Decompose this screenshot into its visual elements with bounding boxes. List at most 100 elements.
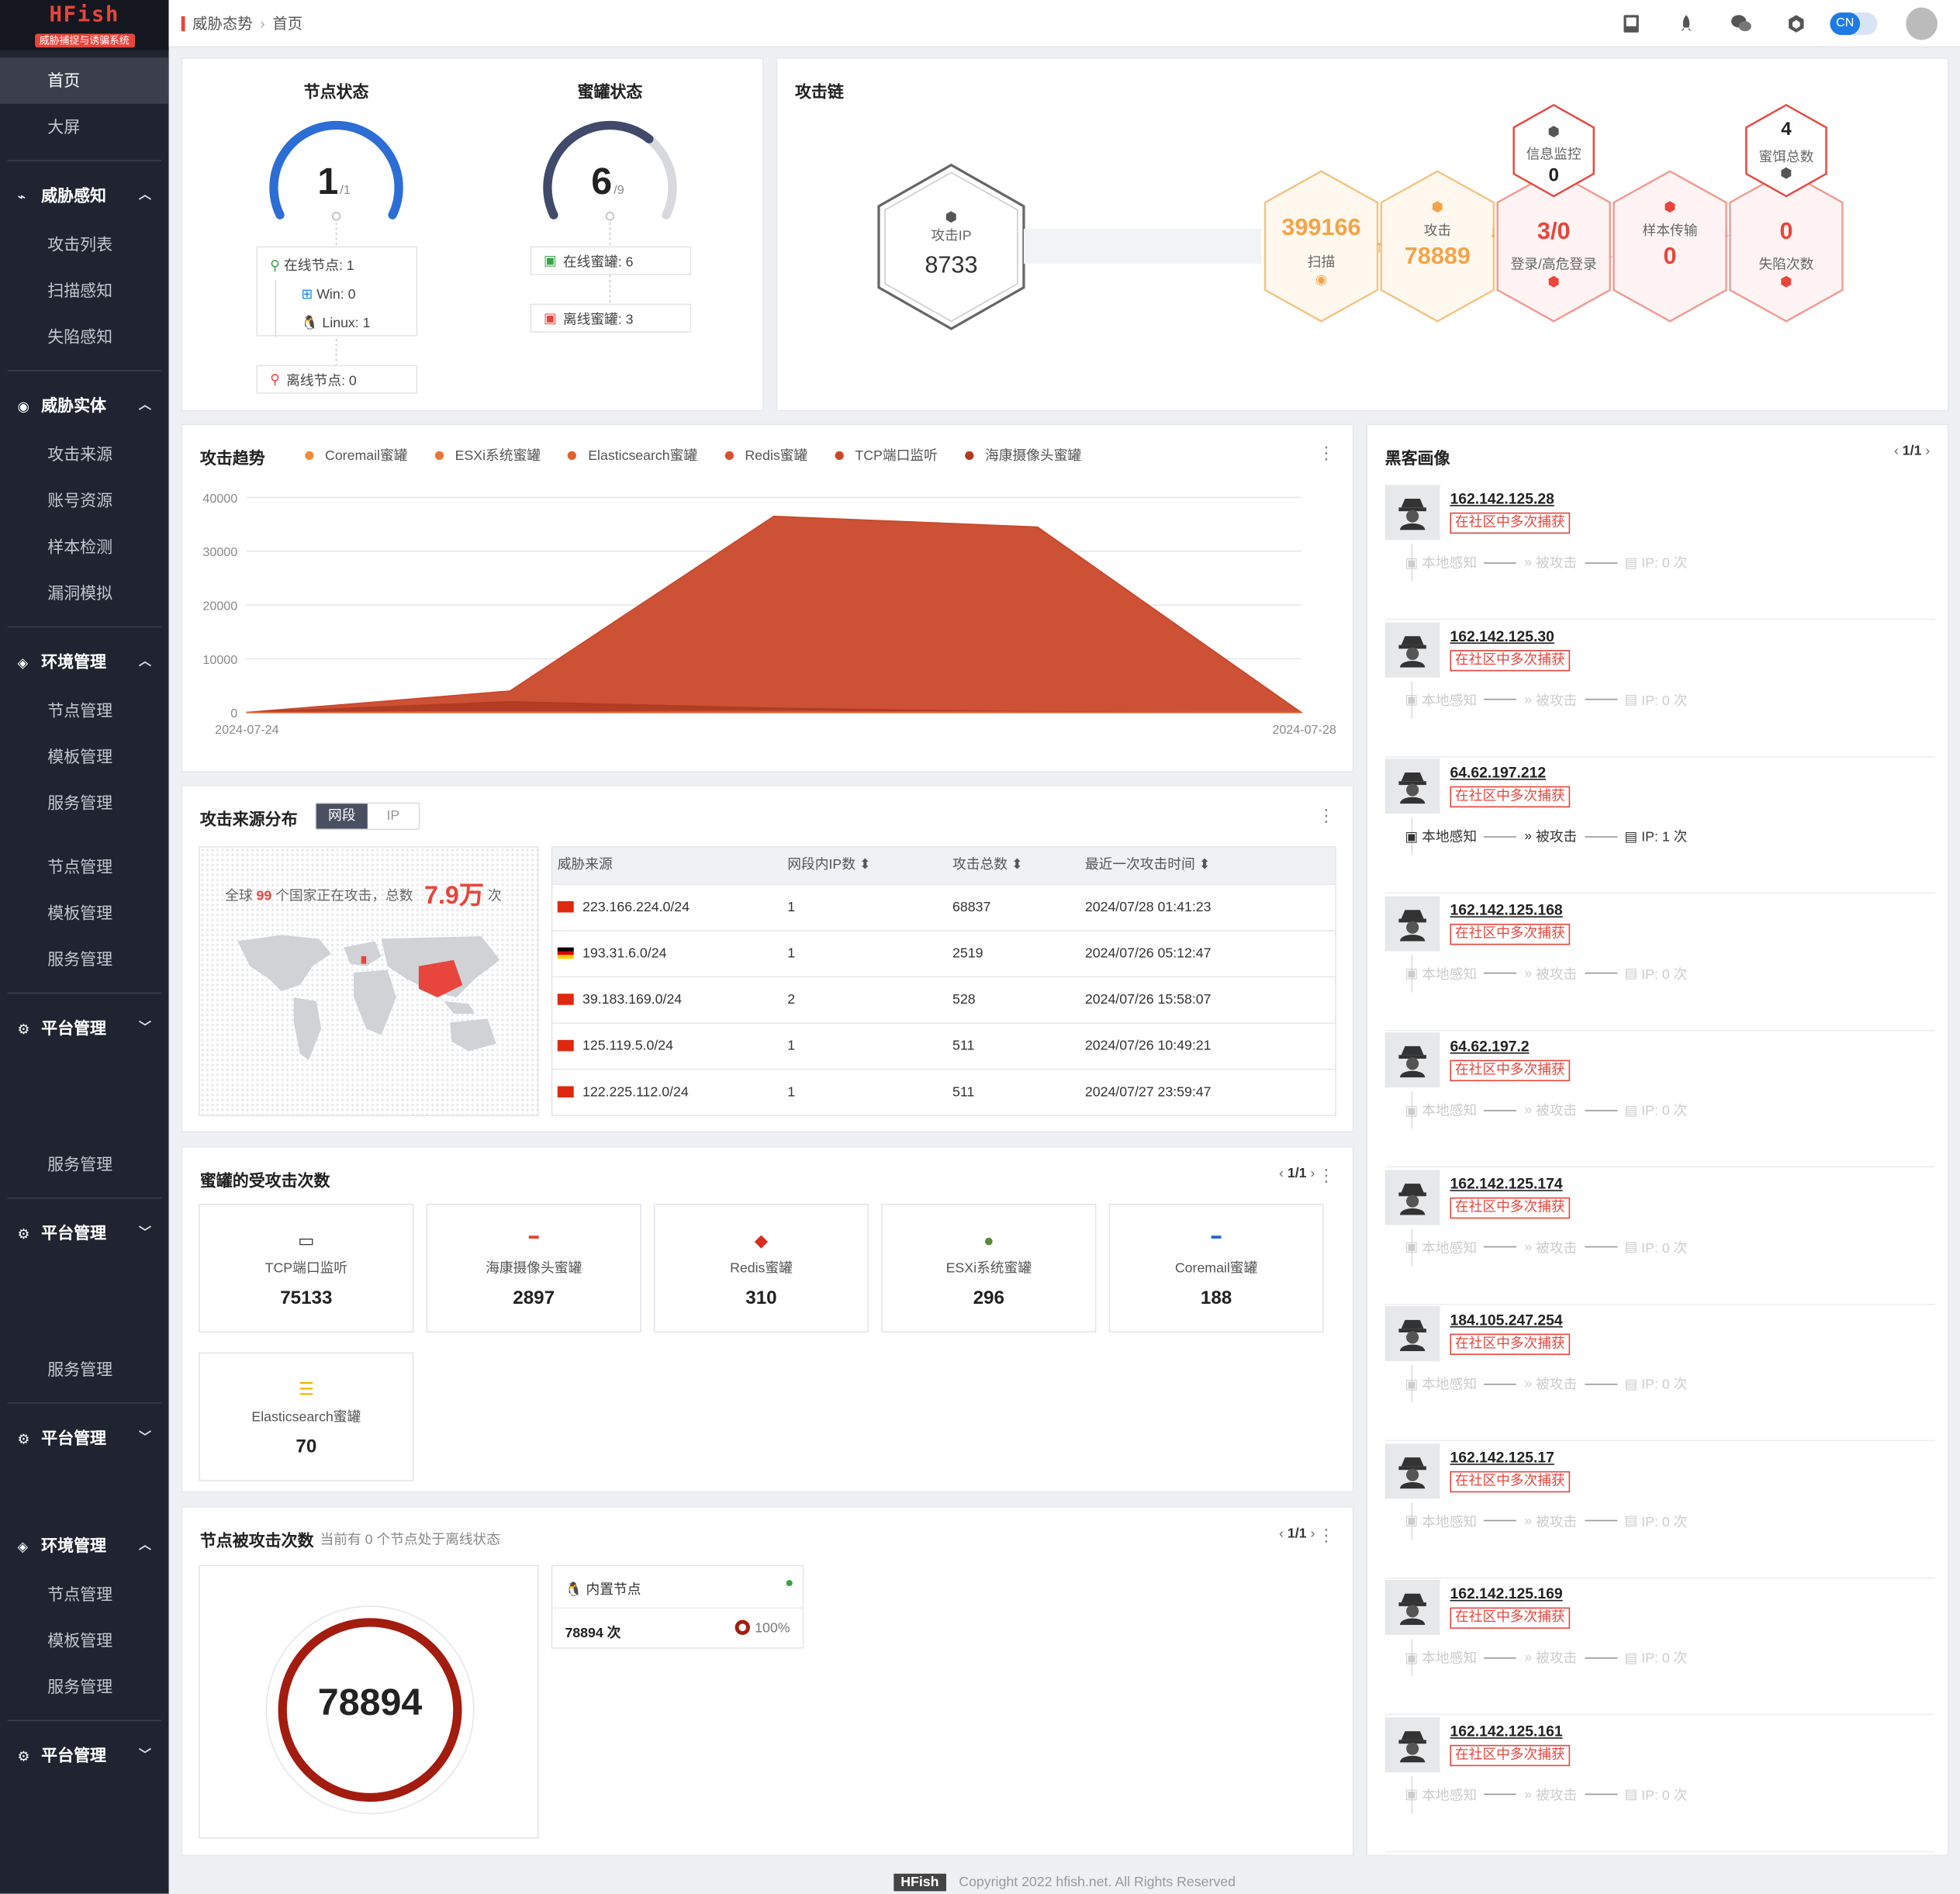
table-row[interactable]: 223.166.224.0/24 1 68837 2024/07/28 01:41:2… [552,883,1336,930]
nav-group-threat-entity[interactable]: ◉ 威胁实体 ︿ [0,382,169,431]
language-toggle[interactable]: CN [1830,12,1878,36]
flow-line [1484,835,1517,837]
world-map-panel: 全球 99 个国家正在攻击，总数 7.9万 次 [199,846,539,1117]
nav-template-manage[interactable]: 模板管理 [0,890,169,936]
nav-attack-source[interactable]: 攻击来源 [0,431,169,478]
nav-group-platform[interactable]: ⚙ 平台管理 ﹀ [0,1414,169,1464]
flow-line [1484,562,1517,564]
chevron-right-icon[interactable]: › [1925,444,1930,458]
nav-service-manage[interactable]: 服务管理 [0,1664,169,1710]
hacker-ip[interactable]: 162.142.125.28 [1450,490,1554,508]
node-item[interactable]: 🐧 内置节点 78894 次 100% [551,1564,804,1649]
language-label: CN [1830,12,1861,36]
tab-segment[interactable]: 网段 [316,804,368,829]
nav-home[interactable]: 首页 [0,57,169,104]
hacker-ip[interactable]: 162.142.125.174 [1450,1174,1562,1192]
chevron-right-icon[interactable]: › [1310,1526,1315,1541]
chevron-left-icon[interactable]: ‹ [1894,444,1899,458]
nav-group-label: 平台管理 [41,1429,107,1448]
nav-group-platform[interactable]: ⚙ 平台管理 ﹀ [0,1731,169,1781]
nav-service-manage[interactable]: 服务管理 [0,1346,169,1393]
nav-service-manage[interactable]: 服务管理 [0,780,169,827]
more-icon[interactable]: ⋮ [1318,1526,1336,1544]
hacker-ip[interactable]: 64.62.197.212 [1450,764,1546,782]
pager[interactable]: ‹ 1/1 › [1279,1166,1315,1181]
honeypot-tile[interactable]: ☰ Elasticsearch蜜罐 70 [199,1352,414,1481]
honeypot-tile[interactable]: ▬ Coremail蜜罐 188 [1108,1203,1324,1332]
nav-group-environment[interactable]: ◈ 环境管理 ︿ [0,1521,169,1571]
nav-node-manage[interactable]: 节点管理 [0,1571,169,1618]
nav-sample-detect[interactable]: 样本检测 [0,524,169,570]
table-row[interactable]: 122.225.112.0/24 1 511 2024/07/27 23:59:47 [552,1068,1336,1115]
manual-icon[interactable] [1615,8,1647,40]
hacker-item[interactable]: 64.62.197.2 在社区中多次捕获 ▣ 本地感知 » 被攻击 ▤ IP: 0 次 [1384,1032,1935,1168]
nav-group-environment[interactable]: ◈ 环境管理 ︿ [0,638,169,687]
pager[interactable]: ‹ 1/1 › [1279,1526,1315,1541]
table-row[interactable]: 193.31.6.0/24 1 2519 2024/07/26 05:12:47 [552,930,1336,976]
hacker-item[interactable]: 162.142.125.174 在社区中多次捕获 ▣ 本地感知 » 被攻击 ▤ IP: … [1384,1169,1935,1305]
nav-service-manage[interactable]: 服务管理 [0,1141,169,1187]
nav-group-platform[interactable]: ⚙ 平台管理 ﹀ [0,1004,169,1053]
wechat-icon[interactable] [1725,8,1758,40]
honeypot-tile[interactable]: ● ESXi系统蜜罐 296 [881,1203,1097,1332]
hacker-ip[interactable]: 184.105.247.254 [1450,1312,1562,1329]
legend-item[interactable]: Coremail蜜罐 [305,445,407,465]
hacker-ip[interactable]: 162.142.125.168 [1450,900,1562,918]
more-icon[interactable]: ⋮ [1318,1166,1336,1184]
honeypot-tile[interactable]: ▬ 海康摄像头蜜罐 2897 [426,1203,641,1332]
rocket-icon[interactable] [1670,8,1702,40]
nav-vuln-sim[interactable]: 漏洞模拟 [0,570,169,617]
chevron-left-icon[interactable]: ‹ [1279,1526,1284,1541]
pager[interactable]: ‹ 1/1 › [1894,444,1930,458]
chevron-left-icon[interactable]: ‹ [1279,1166,1284,1181]
breadcrumb-parent[interactable]: 威胁态势 [192,15,252,33]
legend-item[interactable]: ESXi系统蜜罐 [434,445,541,465]
hacker-item[interactable]: 64.62.197.212 在社区中多次捕获 ▣ 本地感知 » 被攻击 ▤ IP: 1 … [1384,759,1935,894]
table-row[interactable]: 39.183.169.0/24 2 528 2024/07/26 15:58:07 [552,976,1336,1023]
more-icon[interactable]: ⋮ [1318,806,1336,824]
avatar[interactable] [1905,7,1938,40]
nav-scan-perception[interactable]: 扫描感知 [0,268,169,314]
series-area-4[interactable] [246,515,1304,714]
hacker-ip[interactable]: 162.142.125.169 [1450,1585,1562,1603]
hacker-ip[interactable]: 64.62.197.2 [1450,1038,1529,1056]
hacker-item[interactable]: 162.142.125.28 在社区中多次捕获 ▣ 本地感知 » 被攻击 ▤ IP: 0… [1384,485,1935,620]
hacker-item[interactable]: 162.142.125.168 在社区中多次捕获 ▣ 本地感知 » 被攻击 ▤ IP: … [1384,895,1935,1031]
legend-item[interactable]: Redis蜜罐 [724,445,807,465]
legend-item[interactable]: Elasticsearch蜜罐 [568,445,697,465]
nav-group-threat-perception[interactable]: ⌁ 威胁感知 ︿ [0,171,169,221]
nav-template-manage[interactable]: 模板管理 [0,1617,169,1664]
table-row[interactable]: 125.119.5.0/24 1 511 2024/07/26 10:49:21 [552,1022,1336,1069]
nav-compromise-perception[interactable]: 失陷感知 [0,314,169,361]
hacker-avatar-icon [1384,1716,1440,1772]
tab-ip[interactable]: IP [368,804,419,828]
nav-bigscreen[interactable]: 大屏 [0,104,169,150]
nav-node-manage[interactable]: 节点管理 [0,687,169,734]
more-icon[interactable]: ⋮ [1318,444,1336,461]
nav-template-manage[interactable]: 模板管理 [0,734,169,780]
honeypot-offline-text: 离线蜜罐: 3 [562,312,634,327]
cube-icon[interactable] [1780,8,1813,40]
header-attack-total[interactable]: 攻击总数 ⬍ [952,848,1085,884]
honeypot-tile[interactable]: ▭ TCP端口监听 75133 [199,1203,414,1332]
hacker-ip[interactable]: 162.142.125.161 [1450,1722,1562,1740]
header-ip-count[interactable]: 网段内IP数 ⬍ [787,848,952,884]
header-last-attack[interactable]: 最近一次攻击时间 ⬍ [1085,848,1335,884]
hacker-ip[interactable]: 162.142.125.17 [1450,1448,1554,1466]
nav-service-manage[interactable]: 服务管理 [0,936,169,983]
hacker-item[interactable]: 162.142.125.17 在社区中多次捕获 ▣ 本地感知 » 被攻击 ▤ IP: 0… [1384,1443,1935,1578]
hacker-item[interactable]: 162.142.125.161 在社区中多次捕获 ▣ 本地感知 » 被攻击 ▤ IP: … [1384,1716,1935,1852]
honeypot-tile[interactable]: ◆ Redis蜜罐 310 [653,1203,869,1332]
nav-node-manage[interactable]: 节点管理 [0,844,169,890]
nav-account-resource[interactable]: 账号资源 [0,478,169,524]
nav-group-platform[interactable]: ⚙ 平台管理 ﹀ [0,1208,169,1258]
legend-item[interactable]: 海康摄像头蜜罐 [965,445,1081,465]
chevron-right-icon[interactable]: › [1310,1166,1315,1181]
hacker-ip[interactable]: 162.142.125.30 [1450,627,1554,645]
hacker-item[interactable]: 184.105.247.254 在社区中多次捕获 ▣ 本地感知 » 被攻击 ▤ IP: … [1384,1306,1935,1442]
nav-attack-list[interactable]: 攻击列表 [0,221,169,268]
hacker-item[interactable]: 162.142.125.30 在社区中多次捕获 ▣ 本地感知 » 被攻击 ▤ IP: 0… [1384,621,1935,757]
hacker-tag: 在社区中多次捕获 [1450,512,1571,534]
legend-item[interactable]: TCP端口监听 [835,445,938,465]
hacker-item[interactable]: 162.142.125.169 在社区中多次捕获 ▣ 本地感知 » 被攻击 ▤ IP: … [1384,1580,1935,1716]
